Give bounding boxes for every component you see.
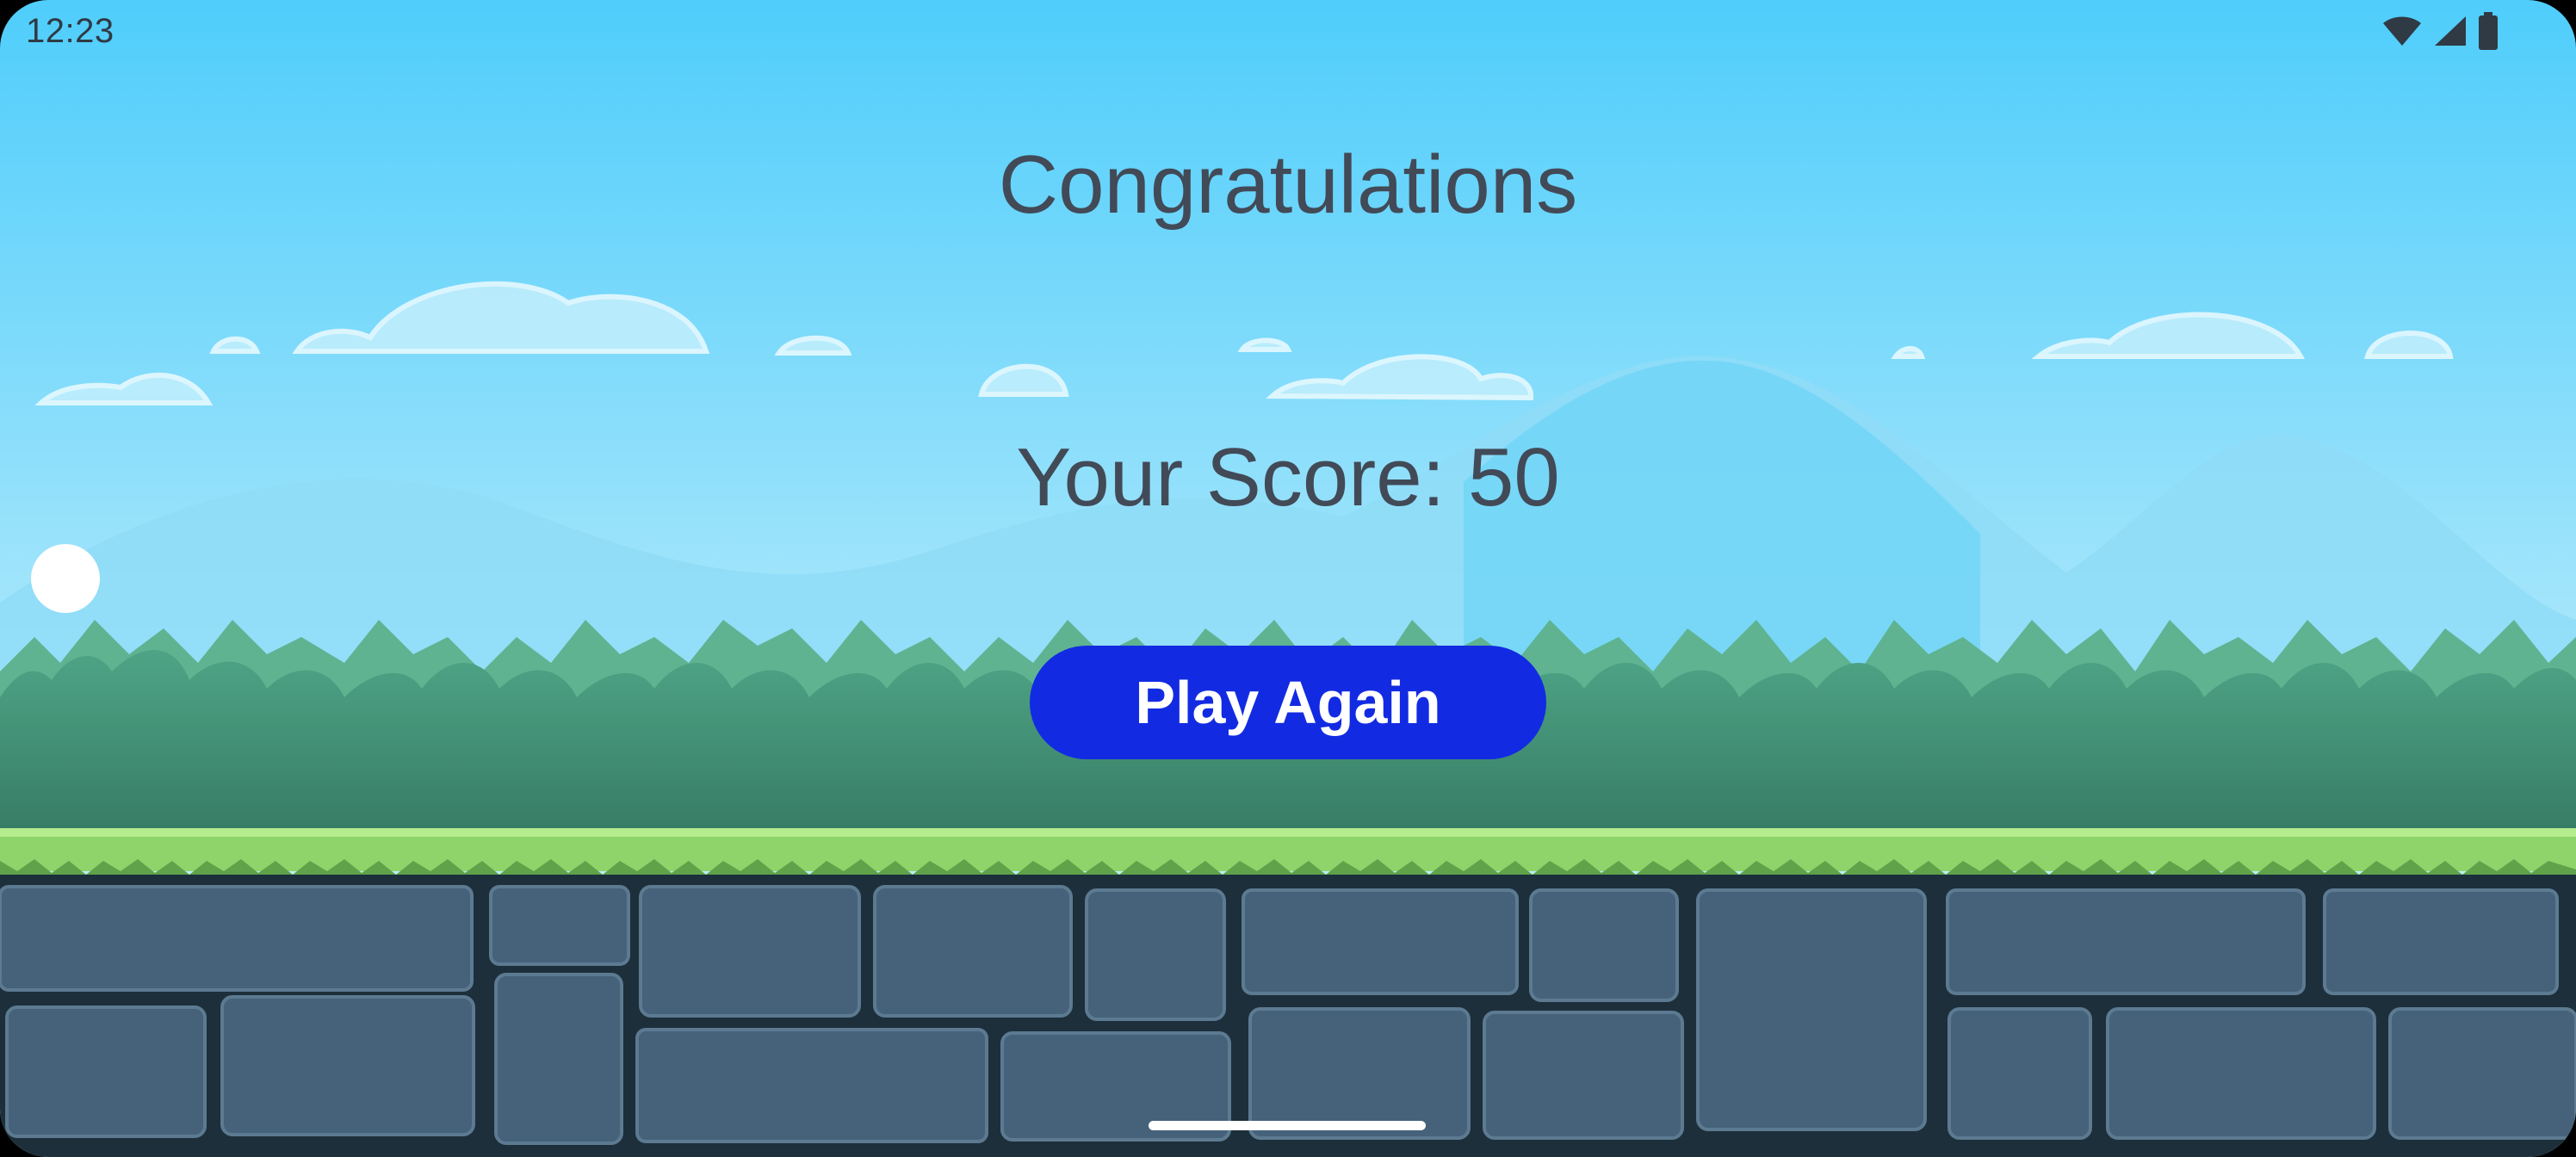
home-indicator[interactable] [1149,1121,1426,1130]
ball [31,544,100,613]
wifi-icon [2383,16,2421,46]
stones [0,885,2576,1145]
play-again-button[interactable]: Play Again [1030,646,1546,759]
game-screen: 12:23 Congratulations Your Score: 50 Pla… [0,0,2576,1157]
signal-icon [2435,16,2466,46]
battery-icon [2479,12,2498,50]
score-text: Your Score: 50 [1016,431,1560,523]
congratulations-title: Congratulations [998,139,1578,231]
status-time: 12:23 [26,12,115,50]
status-icons [2381,12,2499,50]
